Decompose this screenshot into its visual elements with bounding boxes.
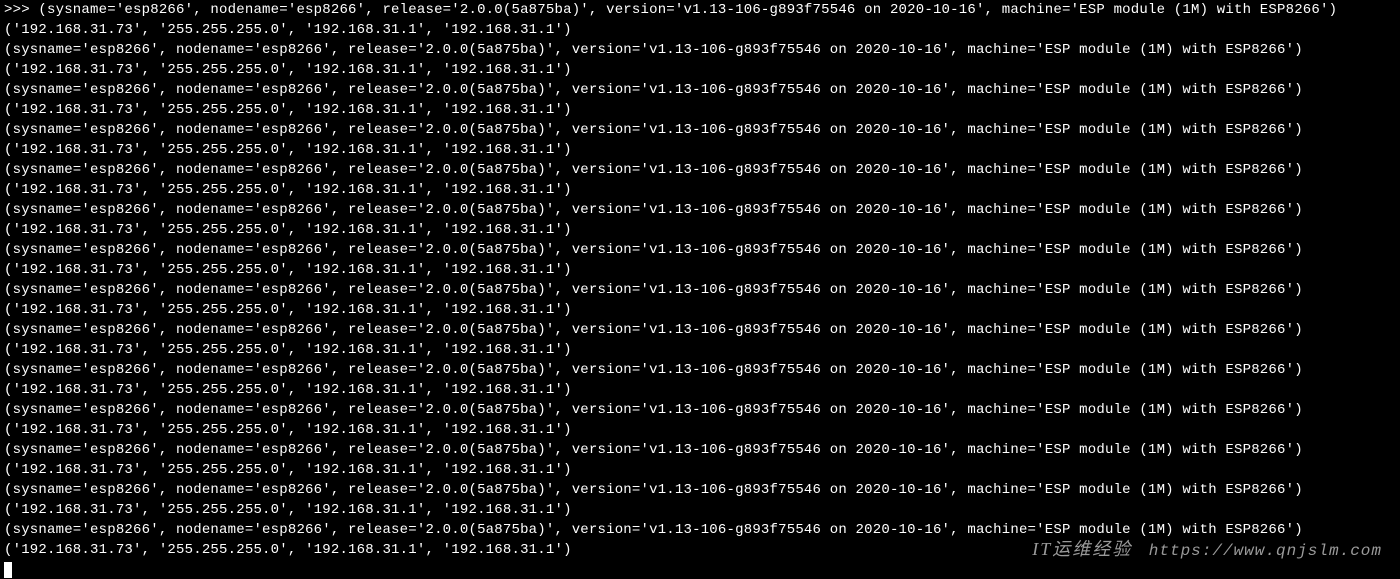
network-tuple-line: ('192.168.31.73', '255.255.255.0', '192.…	[4, 540, 1396, 560]
uname-line: (sysname='esp8266', nodename='esp8266', …	[4, 520, 1396, 540]
network-tuple-line: ('192.168.31.73', '255.255.255.0', '192.…	[4, 500, 1396, 520]
uname-line: (sysname='esp8266', nodename='esp8266', …	[4, 40, 1396, 60]
uname-line: (sysname='esp8266', nodename='esp8266', …	[4, 120, 1396, 140]
network-tuple-line: ('192.168.31.73', '255.255.255.0', '192.…	[4, 20, 1396, 40]
network-tuple-line: ('192.168.31.73', '255.255.255.0', '192.…	[4, 340, 1396, 360]
uname-line: (sysname='esp8266', nodename='esp8266', …	[4, 200, 1396, 220]
uname-line: (sysname='esp8266', nodename='esp8266', …	[4, 240, 1396, 260]
uname-line: (sysname='esp8266', nodename='esp8266', …	[4, 480, 1396, 500]
network-tuple-line: ('192.168.31.73', '255.255.255.0', '192.…	[4, 220, 1396, 240]
terminal-output[interactable]: >>> (sysname='esp8266', nodename='esp826…	[0, 0, 1400, 579]
network-tuple-line: ('192.168.31.73', '255.255.255.0', '192.…	[4, 100, 1396, 120]
repl-prompt-line: >>> (sysname='esp8266', nodename='esp826…	[4, 0, 1396, 20]
uname-line: (sysname='esp8266', nodename='esp8266', …	[4, 80, 1396, 100]
network-tuple-line: ('192.168.31.73', '255.255.255.0', '192.…	[4, 140, 1396, 160]
network-tuple-line: ('192.168.31.73', '255.255.255.0', '192.…	[4, 420, 1396, 440]
cursor	[4, 562, 12, 578]
uname-line: (sysname='esp8266', nodename='esp8266', …	[4, 360, 1396, 380]
network-tuple-line: ('192.168.31.73', '255.255.255.0', '192.…	[4, 300, 1396, 320]
network-tuple-line: ('192.168.31.73', '255.255.255.0', '192.…	[4, 380, 1396, 400]
uname-line: (sysname='esp8266', nodename='esp8266', …	[4, 320, 1396, 340]
network-tuple-line: ('192.168.31.73', '255.255.255.0', '192.…	[4, 460, 1396, 480]
network-tuple-line: ('192.168.31.73', '255.255.255.0', '192.…	[4, 180, 1396, 200]
cursor-line[interactable]	[4, 560, 1396, 579]
uname-line: (sysname='esp8266', nodename='esp8266', …	[4, 280, 1396, 300]
uname-line: (sysname='esp8266', nodename='esp8266', …	[4, 160, 1396, 180]
uname-line: (sysname='esp8266', nodename='esp8266', …	[4, 400, 1396, 420]
network-tuple-line: ('192.168.31.73', '255.255.255.0', '192.…	[4, 60, 1396, 80]
uname-line: (sysname='esp8266', nodename='esp8266', …	[4, 440, 1396, 460]
network-tuple-line: ('192.168.31.73', '255.255.255.0', '192.…	[4, 260, 1396, 280]
